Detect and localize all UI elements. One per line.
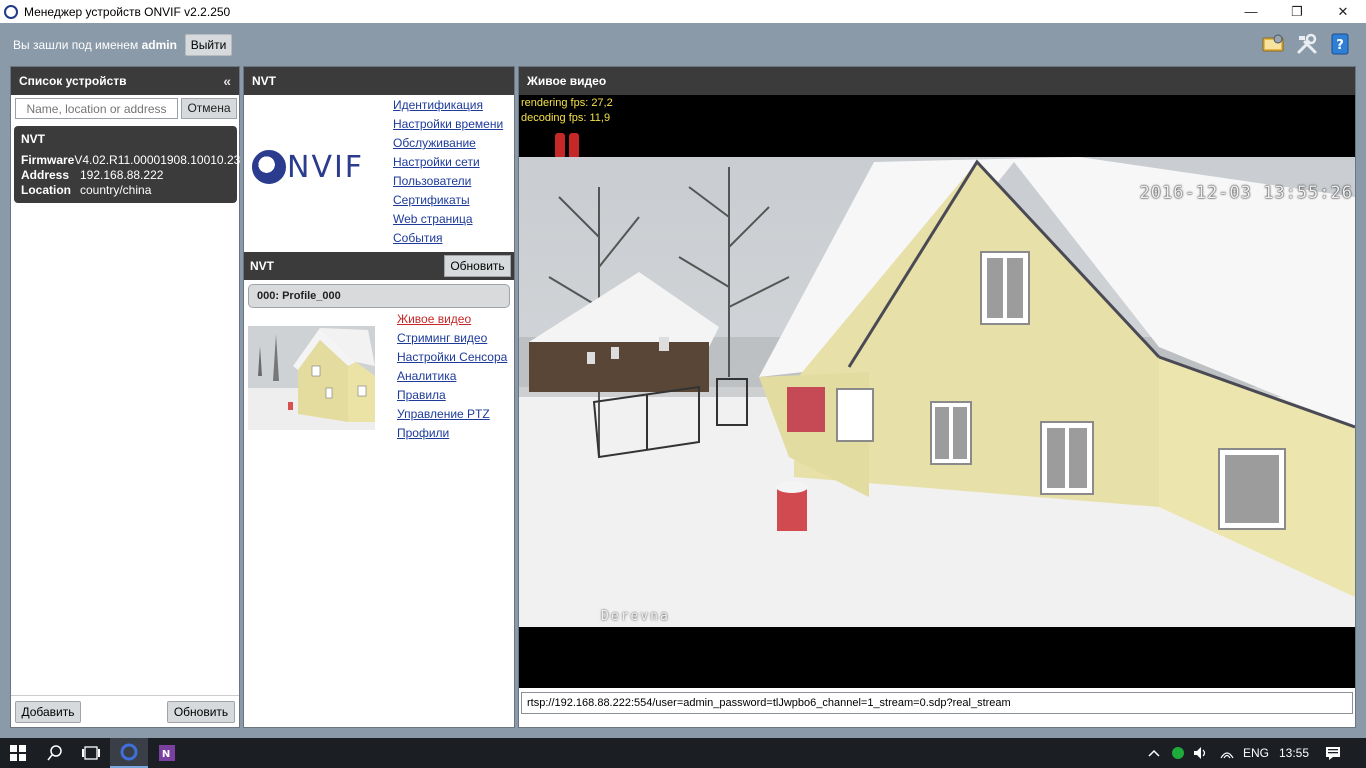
device-name: NVT	[21, 132, 45, 146]
language-indicator[interactable]: ENG	[1240, 738, 1272, 768]
profile-thumbnail[interactable]	[248, 326, 375, 430]
refresh-devices-button[interactable]: Обновить	[167, 701, 235, 723]
status-dot-icon[interactable]	[1168, 738, 1188, 768]
osd-camera-name: Derevna	[601, 609, 670, 624]
video-frame: 2016-12-03 13:55:26 Derevna	[519, 157, 1355, 627]
decoding-fps: decoding fps: 11,9	[521, 112, 611, 124]
refresh-profiles-button[interactable]: Обновить	[444, 255, 511, 277]
minimize-button[interactable]: —	[1228, 0, 1274, 23]
device-list-panel: Список устройств « Отмена NVT Firmware V…	[10, 66, 240, 728]
onvif-logo: NVIF	[252, 149, 364, 185]
svg-text:N: N	[162, 749, 170, 760]
device-details-title: NVT	[252, 74, 276, 88]
monitor-settings-icon[interactable]	[1261, 33, 1285, 55]
search-row: Отмена	[11, 95, 239, 125]
video-viewport[interactable]: rendering fps: 27,2 decoding fps: 11,9 2…	[519, 95, 1355, 688]
address-label: Address	[21, 168, 70, 182]
device-menu: Идентификация Настройки времени Обслужив…	[393, 96, 503, 248]
volume-icon[interactable]	[1190, 738, 1212, 768]
menu-web-page[interactable]: Web страница	[393, 210, 503, 229]
task-view-icon[interactable]	[74, 738, 108, 768]
device-details-panel: NVT NVIF Идентификация Настройки времени…	[243, 66, 515, 728]
firmware-value: V4.02.R11.00001908.10010.23	[74, 153, 241, 167]
menu-analytics[interactable]: Аналитика	[397, 367, 507, 386]
menu-identification[interactable]: Идентификация	[393, 96, 503, 115]
firmware-label: Firmware	[21, 153, 75, 167]
window-titlebar: Менеджер устройств ONVIF v2.2.250 — ❐ ✕	[0, 0, 1366, 23]
windows-start-icon[interactable]	[0, 738, 36, 768]
svg-text:?: ?	[1336, 38, 1344, 53]
menu-video-streaming[interactable]: Стриминг видео	[397, 329, 507, 348]
location-label: Location	[21, 183, 71, 197]
device-list-title: Список устройств	[19, 74, 127, 88]
window-title: Менеджер устройств ONVIF v2.2.250	[24, 4, 231, 19]
login-prefix: Вы зашли под именем	[13, 38, 139, 52]
menu-events[interactable]: События	[393, 229, 503, 248]
live-video-title: Живое видео	[527, 74, 607, 88]
menu-live-video[interactable]: Живое видео	[397, 310, 507, 329]
menu-maintenance[interactable]: Обслуживание	[393, 134, 503, 153]
menu-certificates[interactable]: Сертификаты	[393, 191, 503, 210]
menu-profiles[interactable]: Профили	[397, 424, 507, 443]
device-details-header: NVT	[244, 67, 514, 95]
maximize-button[interactable]: ❐	[1274, 0, 1320, 23]
live-video-header: Живое видео	[519, 67, 1355, 95]
collapse-icon[interactable]: «	[223, 67, 231, 95]
address-value: 192.168.88.222	[80, 168, 164, 182]
login-info: Вы зашли под именем admin	[13, 38, 177, 52]
menu-time-settings[interactable]: Настройки времени	[393, 115, 503, 134]
window-controls: — ❐ ✕	[1228, 0, 1366, 23]
search-icon[interactable]	[38, 738, 72, 768]
nvt-section-title: NVT	[250, 259, 274, 273]
device-firmware-row: Firmware V4.02.R11.00001908.10010.23	[21, 153, 240, 168]
profile-header[interactable]: 000: Profile_000	[248, 284, 510, 308]
chevron-up-icon[interactable]	[1144, 738, 1164, 768]
rendering-fps: rendering fps: 27,2	[521, 97, 613, 109]
add-device-button[interactable]: Добавить	[15, 701, 81, 723]
notification-icon[interactable]	[1318, 738, 1348, 768]
cancel-search-button[interactable]: Отмена	[181, 98, 237, 119]
taskbar: N ENG 13:55	[0, 738, 1366, 768]
device-search-input[interactable]	[15, 98, 178, 119]
device-address-row: Address 192.168.88.222	[21, 168, 230, 183]
device-location-row: Location country/china	[21, 183, 230, 198]
device-list-footer: Добавить Обновить	[11, 695, 239, 727]
menu-users[interactable]: Пользователи	[393, 172, 503, 191]
username: admin	[141, 38, 177, 52]
location-value: country/china	[80, 183, 152, 197]
nvt-section-header: NVT Обновить	[244, 252, 514, 280]
onvif-logo-ring-icon	[252, 150, 286, 184]
device-card[interactable]: NVT Firmware V4.02.R11.00001908.10010.23…	[14, 126, 240, 203]
menu-sensor-settings[interactable]: Настройки Сенсора	[397, 348, 507, 367]
onvif-logo-text: NVIF	[287, 149, 365, 185]
logout-button[interactable]: Выйти	[185, 34, 232, 56]
app-logo-icon	[4, 4, 18, 19]
profile-menu: Живое видео Стриминг видео Настройки Сен…	[397, 310, 507, 443]
stream-url-field[interactable]: rtsp://192.168.88.222:554/user=admin_pas…	[521, 692, 1353, 714]
osd-timestamp: 2016-12-03 13:55:26	[1139, 183, 1353, 203]
video-snapshot	[519, 157, 1355, 627]
menu-rules[interactable]: Правила	[397, 386, 507, 405]
app-header: Вы зашли под именем admin Выйти ?	[0, 23, 1366, 66]
onenote-icon[interactable]: N	[150, 738, 184, 768]
live-video-panel: Живое видео rendering fps: 27,2 decoding…	[518, 66, 1356, 728]
device-list-header: Список устройств «	[11, 67, 239, 95]
menu-ptz-control[interactable]: Управление PTZ	[397, 405, 507, 424]
wifi-icon[interactable]	[1216, 738, 1238, 768]
close-button[interactable]: ✕	[1320, 0, 1366, 23]
pause-icon[interactable]	[555, 133, 581, 159]
menu-network-settings[interactable]: Настройки сети	[393, 153, 503, 172]
tools-icon[interactable]	[1295, 33, 1319, 55]
clock[interactable]: 13:55	[1275, 738, 1313, 768]
onvif-app-icon[interactable]	[110, 738, 148, 768]
help-book-icon[interactable]: ?	[1328, 33, 1352, 55]
